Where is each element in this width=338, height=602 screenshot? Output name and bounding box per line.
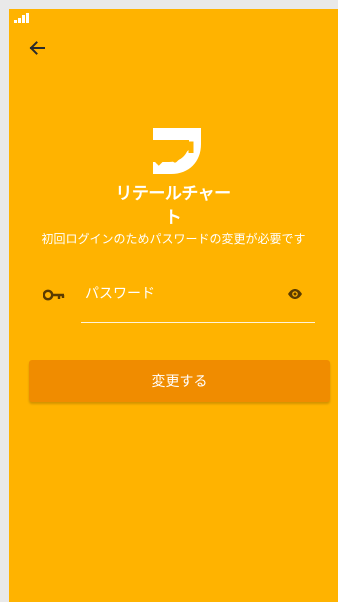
chart-logo-icon xyxy=(153,128,201,174)
password-input[interactable] xyxy=(85,282,275,306)
app-screen: リテールチャート 初回ログインのためパスワードの変更が必要です 変更する xyxy=(9,9,338,602)
status-bar xyxy=(9,9,338,29)
brand-name: リテールチャート xyxy=(115,184,231,228)
signal-strength-icon xyxy=(14,13,29,23)
back-button[interactable] xyxy=(23,35,51,61)
eye-icon[interactable] xyxy=(287,287,303,301)
password-field xyxy=(81,279,315,323)
change-password-button[interactable]: 変更する xyxy=(29,360,330,402)
key-icon xyxy=(43,289,65,301)
password-change-notice: 初回ログインのためパスワードの変更が必要です xyxy=(41,232,306,246)
app-logo: リテールチャート xyxy=(113,124,233,228)
arrow-back-icon xyxy=(29,41,45,55)
